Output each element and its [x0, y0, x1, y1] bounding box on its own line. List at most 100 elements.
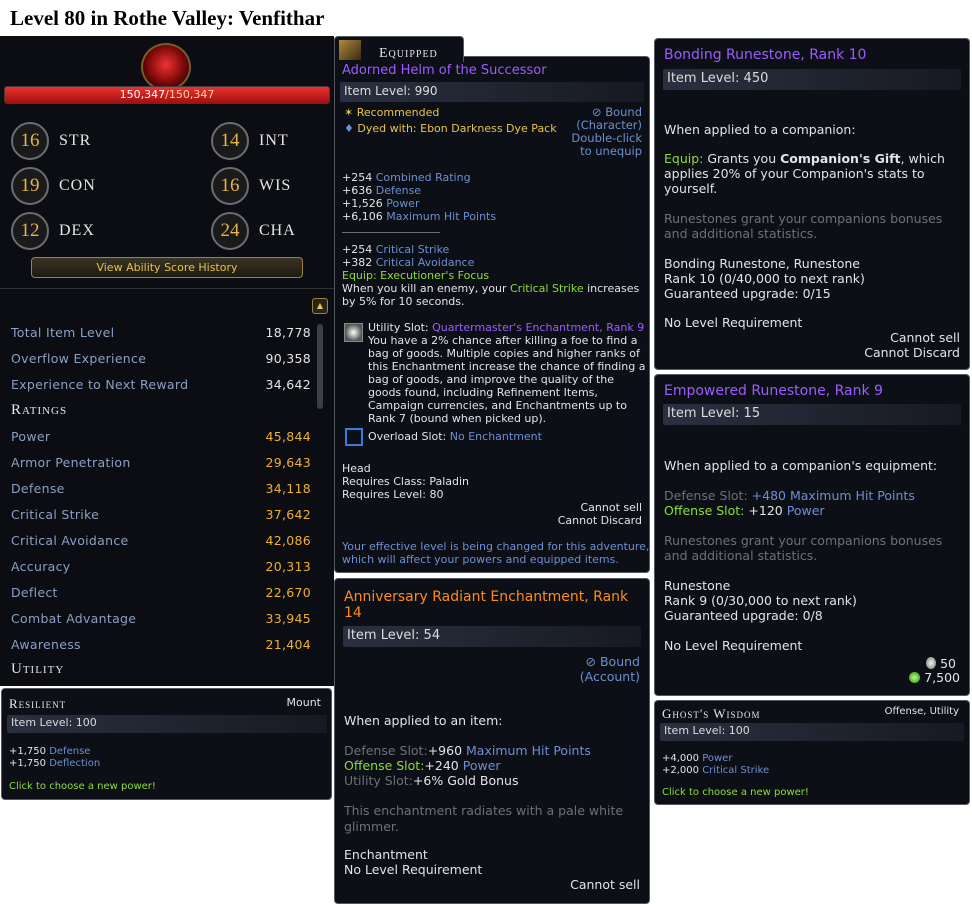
- stat-line: +1,750 Deflection: [9, 758, 101, 769]
- cannot-sell: Cannot sell: [890, 330, 960, 345]
- defense-slot: Defense Slot:+960 Maximum Hit Points: [344, 743, 591, 758]
- description: and additional statistics.: [664, 548, 818, 563]
- hp-current: 150,347: [119, 88, 166, 101]
- choose-power-link[interactable]: Click to choose a new power!: [662, 787, 809, 798]
- con-label: CON: [59, 177, 96, 194]
- overload-slot: Overload Slot: No Enchantment: [368, 430, 542, 443]
- effective-level-note: Your effective level is being changed fo…: [342, 540, 650, 553]
- anniversary-enchant-tooltip: Anniversary Radiant Enchantment, Rank 14 …: [334, 578, 650, 904]
- dyed-label: ♦ Dyed with: Ebon Darkness Dye Pack: [344, 122, 557, 135]
- bonding-runestone-tooltip: Bonding Runestone, Rank 10 Item Level: 4…: [654, 38, 970, 370]
- wis-score: 16: [211, 167, 249, 205]
- rank-progress: Rank 10 (0/40,000 to next rank): [664, 271, 865, 286]
- stat-line: +254 Combined Rating: [342, 171, 471, 184]
- item-level-bar: Item Level: 100: [7, 715, 327, 733]
- choose-power-link[interactable]: Click to choose a new power!: [9, 781, 156, 792]
- hp-max: /150,347: [165, 88, 215, 101]
- stat-line: +2,000 Critical Strike: [662, 765, 770, 776]
- cha-label: CHA: [259, 222, 296, 239]
- item-level-bar: Item Level: 100: [660, 723, 964, 741]
- silver-coin-value: 50: [926, 656, 956, 671]
- stat-row: Total Item Level 18,778: [11, 325, 311, 340]
- util-desc: Rank 7 (bound when picked up).: [368, 412, 547, 425]
- item-name: Empowered Runestone, Rank 9: [664, 383, 883, 399]
- dex-score: 12: [11, 212, 49, 250]
- overload-slot-icon: [345, 428, 363, 446]
- util-desc: Campaign currencies, and Enchantments up…: [368, 399, 627, 412]
- applied-label: When applied to an item:: [344, 713, 503, 728]
- applied-label: When applied to a companion's equipment:: [664, 458, 938, 473]
- page-title: Level 80 in Rothe Valley: Venfithar: [10, 6, 325, 30]
- int-label: INT: [259, 132, 289, 149]
- requires-level: Requires Level: 80: [342, 488, 444, 501]
- rating-row: Combat Advantage 33,945: [11, 611, 311, 626]
- power-type: Mount: [286, 696, 321, 709]
- rating-row: Accuracy 20,313: [11, 559, 311, 574]
- silver-coin-icon: [926, 657, 937, 669]
- util-desc: goods found, including Refinement Items,: [368, 386, 598, 399]
- description: This enchantment radiates with a pale wh…: [344, 803, 624, 818]
- requires-class: Requires Class: Paladin: [342, 475, 470, 488]
- bound-icon: ⊘: [591, 105, 606, 119]
- defense-slot: Defense Slot: +480 Maximum Hit Points: [664, 488, 915, 503]
- dye-icon: ♦: [344, 122, 358, 135]
- equip-desc: by 5% for 10 seconds.: [342, 295, 465, 308]
- int-score: 14: [211, 122, 249, 160]
- rating-row: Awareness 21,404: [11, 637, 311, 652]
- applied-label: When applied to a companion:: [664, 122, 856, 137]
- equip-line: Equip: Grants you Companion's Gift, whic…: [664, 151, 945, 166]
- wis-label: WIS: [259, 177, 292, 194]
- item-name: Bonding Runestone, Rank 10: [664, 47, 867, 63]
- equipped-tab: Equipped: [334, 36, 464, 62]
- stat-row: Overflow Experience 90,358: [11, 351, 311, 366]
- stat-line: +4,000 Power: [662, 753, 733, 764]
- bound-label: ⊘ Bound (Character) Double-click to unequip: [571, 105, 642, 158]
- item-name: Adorned Helm of the Successor: [342, 63, 547, 78]
- effective-level-note: which will affect your powers and equipp…: [342, 553, 619, 566]
- scroll-up-button[interactable]: ▲: [312, 298, 328, 314]
- rank-progress: Rank 9 (0/30,000 to next rank): [664, 593, 857, 608]
- power-title: Resilient: [9, 696, 67, 711]
- util-desc: this Enchantment increase the chance of …: [368, 360, 646, 373]
- rating-row: Power 45,844: [11, 429, 311, 444]
- equip-desc: When you kill an enemy, your Critical St…: [342, 282, 640, 295]
- stat-line: +636 Defense: [342, 184, 422, 197]
- empowered-runestone-tooltip: Empowered Runestone, Rank 9 Item Level: …: [654, 374, 970, 696]
- equip-line: yourself.: [664, 181, 718, 196]
- stat-line: +382 Critical Avoidance: [342, 256, 475, 269]
- util-desc: You have a 2% chance after killing a foe…: [368, 334, 638, 347]
- stat-line: +1,526 Power: [342, 197, 420, 210]
- stat-line: +6,106 Maximum Hit Points: [342, 210, 497, 223]
- cannot-sell: Cannot sell: [580, 501, 642, 514]
- item-level-bar: Item Level: 54: [343, 626, 641, 647]
- scrollbar[interactable]: [317, 324, 323, 409]
- cha-score: 24: [211, 212, 249, 250]
- item-name: Anniversary Radiant Enchantment, Rank 14: [344, 589, 629, 621]
- str-label: STR: [59, 132, 92, 149]
- health-bar: 150,347/150,347: [4, 86, 330, 104]
- str-score: 16: [11, 122, 49, 160]
- description: Runestones grant your companions bonuses: [664, 211, 943, 226]
- rating-row: Deflect 22,670: [11, 585, 311, 600]
- stat-line: +1,750 Defense: [9, 746, 91, 757]
- astral-diamond-value: 7,500: [909, 670, 960, 685]
- ratings-heading: Ratings: [11, 402, 68, 418]
- power-type: Offense, Utility: [884, 706, 959, 717]
- cannot-sell: Cannot sell: [570, 877, 640, 892]
- con-score: 19: [11, 167, 49, 205]
- bound-icon: ⊘: [585, 654, 600, 669]
- divider: [342, 232, 440, 233]
- dex-label: DEX: [59, 222, 95, 239]
- slot-type: Head: [342, 462, 371, 475]
- level-requirement: No Level Requirement: [664, 315, 803, 330]
- ghosts-wisdom-power-tooltip: Ghost's Wisdom Offense, Utility Item Lev…: [654, 700, 970, 805]
- view-ability-history-button[interactable]: View Ability Score History: [31, 257, 303, 278]
- item-level-bar: Item Level: 450: [663, 69, 961, 90]
- cannot-discard: Cannot Discard: [864, 345, 960, 360]
- equip-bonus: Equip: Executioner's Focus: [342, 269, 490, 282]
- rating-row: Defense 34,118: [11, 481, 311, 496]
- guaranteed-upgrade: Guaranteed upgrade: 0/8: [664, 608, 823, 623]
- rating-row: Critical Avoidance 42,086: [11, 533, 311, 548]
- item-type: Runestone: [664, 578, 731, 593]
- item-level-bar: Item Level: 15: [663, 404, 961, 425]
